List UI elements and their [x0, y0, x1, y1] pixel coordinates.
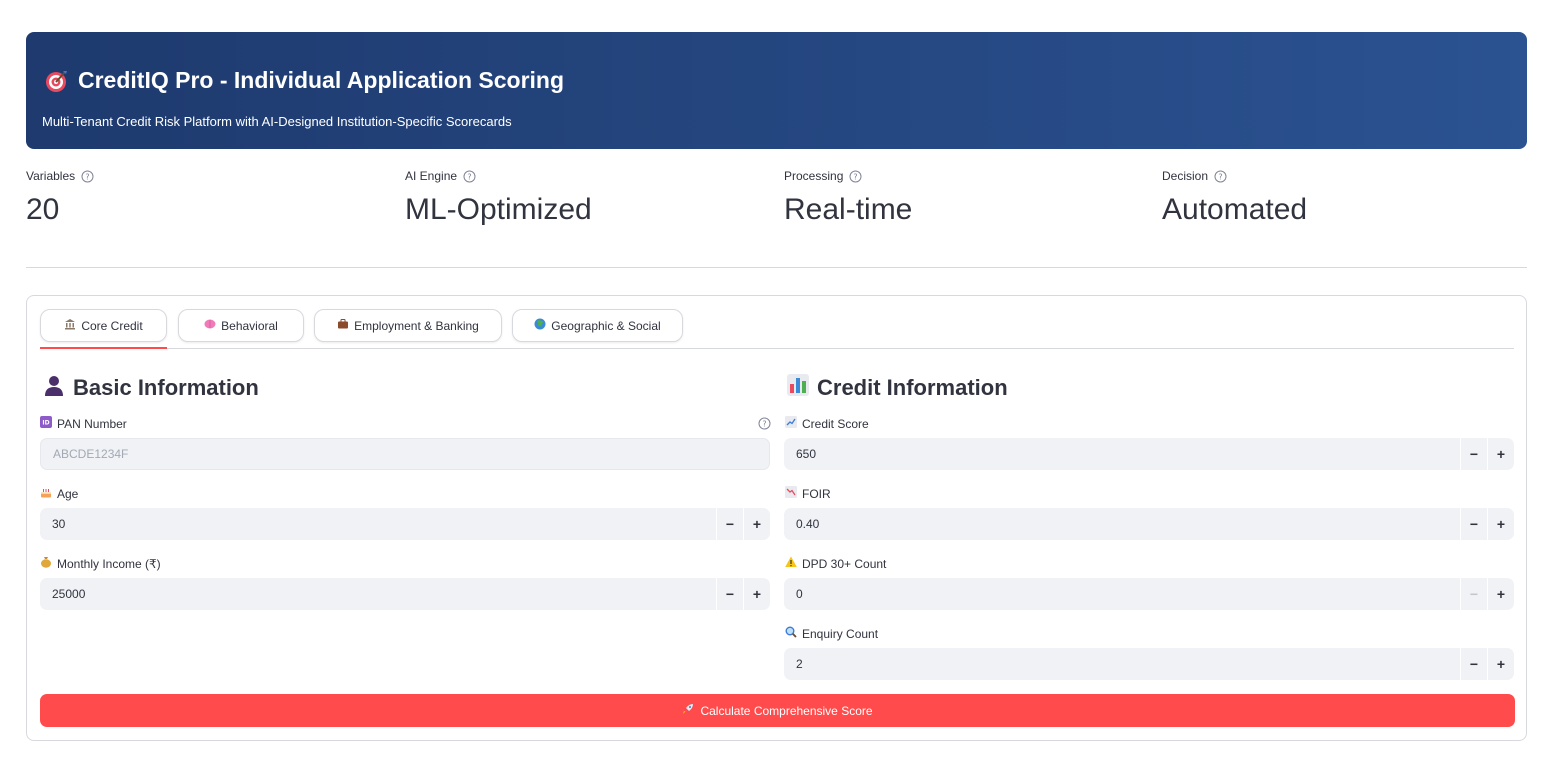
field-label-text: PAN Number [57, 416, 127, 431]
rocket-icon [682, 703, 694, 718]
credit-score-label: Credit Score [785, 416, 869, 431]
calculate-score-button[interactable]: Calculate Comprehensive Score [40, 694, 1515, 727]
enquiry-count-input[interactable]: 2 − + [784, 648, 1514, 680]
decrement-button: − [1460, 578, 1487, 610]
increment-button[interactable]: + [1487, 578, 1514, 610]
pan-number-input[interactable]: ABCDE1234F [40, 438, 770, 470]
magnifying-glass-icon [785, 626, 797, 641]
metric-value: Automated [1162, 193, 1308, 226]
increment-button[interactable]: + [743, 508, 770, 540]
app-header: CreditIQ Pro - Individual Application Sc… [26, 32, 1527, 149]
tab-label: Behavioral [221, 318, 278, 333]
tab-employment-banking[interactable]: Employment & Banking [314, 309, 502, 342]
age-value[interactable]: 30 [40, 508, 716, 540]
decrement-button[interactable]: − [1460, 508, 1487, 540]
foir-input[interactable]: 0.40 − + [784, 508, 1514, 540]
increment-button[interactable]: + [1487, 648, 1514, 680]
svg-text:?: ? [762, 420, 766, 429]
field-label-text: FOIR [802, 486, 831, 501]
svg-text:?: ? [86, 172, 90, 181]
foir-value[interactable]: 0.40 [784, 508, 1460, 540]
metric-label: Variables [26, 169, 76, 183]
chart-decreasing-icon [785, 486, 797, 501]
metric-ai-engine: AI Engine ? ML-Optimized [405, 168, 765, 227]
bar-chart-icon [787, 374, 809, 402]
help-icon[interactable]: ? [1214, 170, 1227, 183]
decrement-button[interactable]: − [716, 508, 743, 540]
enquiry-count-value[interactable]: 2 [784, 648, 1460, 680]
metric-label: Processing [784, 169, 844, 183]
svg-text:?: ? [854, 172, 858, 181]
metric-value: 20 [26, 193, 60, 226]
metric-decision: Decision ? Automated [1162, 168, 1522, 227]
briefcase-icon [337, 318, 349, 333]
tab-geographic-social[interactable]: Geographic & Social [512, 309, 683, 342]
tab-label: Geographic & Social [551, 318, 661, 333]
tab-label: Core Credit [81, 318, 143, 333]
field-label-text: Credit Score [802, 416, 869, 431]
age-label: Age [40, 486, 78, 501]
increment-button[interactable]: + [1487, 438, 1514, 470]
decrement-button[interactable]: − [1460, 648, 1487, 680]
scoring-form-panel: Core Credit Behavioral Employment & Bank… [26, 295, 1527, 741]
metric-value: Real-time [784, 193, 913, 226]
divider [26, 267, 1527, 268]
svg-text:ID: ID [42, 420, 49, 427]
help-icon[interactable]: ? [849, 170, 862, 183]
tab-label: Employment & Banking [354, 318, 479, 333]
field-label-text: Enquiry Count [802, 626, 879, 641]
metric-label: Decision [1162, 169, 1209, 183]
metric-processing: Processing ? Real-time [784, 168, 1144, 227]
birthday-cake-icon [40, 486, 52, 501]
page-title-text: CreditIQ Pro - Individual Application Sc… [78, 67, 565, 93]
metric-value: ML-Optimized [405, 193, 592, 226]
page-subtitle: Multi-Tenant Credit Risk Platform with A… [42, 114, 512, 129]
money-bag-icon [40, 556, 52, 571]
section-title: Basic Information [73, 375, 259, 400]
tab-bar: Core Credit Behavioral Employment & Bank… [40, 309, 1514, 349]
monthly-income-label: Monthly Income (₹) [40, 556, 161, 571]
metric-label: AI Engine [405, 169, 458, 183]
decrement-button[interactable]: − [716, 578, 743, 610]
credit-score-input[interactable]: 650 − + [784, 438, 1514, 470]
decrement-button[interactable]: − [1460, 438, 1487, 470]
age-input[interactable]: 30 − + [40, 508, 770, 540]
foir-label: FOIR [785, 486, 831, 501]
section-credit-information: Credit Information [787, 374, 1008, 402]
page-title: CreditIQ Pro - Individual Application Sc… [44, 67, 564, 94]
person-icon [43, 374, 65, 402]
tab-behavioral[interactable]: Behavioral [178, 309, 304, 342]
dpd-count-value[interactable]: 0 [784, 578, 1460, 610]
field-label-text: DPD 30+ Count [802, 556, 887, 571]
credit-score-value[interactable]: 650 [784, 438, 1460, 470]
svg-text:?: ? [467, 172, 471, 181]
field-label-text: Age [57, 486, 79, 501]
target-icon [44, 69, 68, 93]
chart-increasing-icon [785, 416, 797, 431]
id-icon: ID [40, 416, 52, 431]
metric-variables: Variables ? 20 [26, 168, 386, 227]
increment-button[interactable]: + [1487, 508, 1514, 540]
bank-icon [64, 318, 76, 333]
monthly-income-input[interactable]: 25000 − + [40, 578, 770, 610]
brain-icon [204, 318, 216, 333]
help-icon[interactable]: ? [758, 417, 771, 430]
help-icon[interactable]: ? [463, 170, 476, 183]
field-label-text: Monthly Income (₹) [57, 556, 161, 571]
help-icon[interactable]: ? [81, 170, 94, 183]
dpd-count-input[interactable]: 0 − + [784, 578, 1514, 610]
section-title: Credit Information [817, 375, 1008, 400]
svg-text:?: ? [1218, 172, 1222, 181]
pan-label: ID PAN Number [40, 416, 127, 431]
tab-core-credit[interactable]: Core Credit [40, 309, 167, 342]
warning-icon [785, 556, 797, 571]
increment-button[interactable]: + [743, 578, 770, 610]
enquiry-count-label: Enquiry Count [785, 626, 878, 641]
active-tab-indicator [40, 347, 167, 349]
monthly-income-value[interactable]: 25000 [40, 578, 716, 610]
button-label: Calculate Comprehensive Score [700, 703, 873, 718]
section-basic-information: Basic Information [43, 374, 259, 402]
dpd-label: DPD 30+ Count [785, 556, 886, 571]
globe-icon [534, 318, 546, 333]
